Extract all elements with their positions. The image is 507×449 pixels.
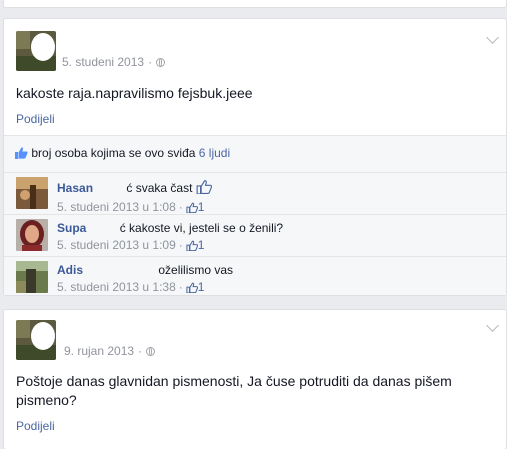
commenter-avatar[interactable]: [16, 219, 48, 251]
likes-count-link[interactable]: 6 ljudi: [199, 146, 230, 160]
like-thumb-icon[interactable]: [196, 179, 212, 197]
comment-like-count[interactable]: 1: [198, 238, 205, 252]
likes-summary: broj osoba kojima se ovo sviđa 6 ljudi: [14, 146, 230, 162]
commenter-name[interactable]: Adis: [57, 263, 83, 277]
redacted-surname: [98, 177, 124, 191]
comment-timestamp[interactable]: 5. studeni 2013 u 1:08: [57, 200, 176, 214]
likes-text: broj osoba kojima se ovo sviđa: [31, 146, 196, 160]
post-text: kakoste raja.napravilismo fejsbuk.jeee: [16, 85, 253, 101]
post-timestamp[interactable]: 5. studeni 2013 ·: [62, 55, 166, 69]
post-date[interactable]: 5. studeni 2013: [62, 55, 144, 69]
comment-timestamp[interactable]: 5. studeni 2013 u 1:38: [57, 280, 176, 294]
share-link[interactable]: Podijeli: [16, 112, 55, 126]
post-text: Poštoje danas glavnidan pismenosti, Ja č…: [16, 373, 452, 408]
commenter-avatar[interactable]: [16, 177, 48, 209]
previous-post-card: [3, 0, 507, 8]
post-card: 9. rujan 2013 · Poštoje danas glavnidan p…: [3, 309, 507, 449]
commenter-name[interactable]: Hasan: [57, 181, 93, 195]
redacted-author-name: [62, 320, 152, 336]
comment-item: Supa ć kakoste vi, jesteli se o ženili? …: [4, 214, 506, 257]
post-timestamp[interactable]: 9. rujan 2013 ·: [64, 344, 156, 358]
commenter-name[interactable]: Supa: [57, 221, 86, 235]
comment-text: ć kakoste vi, jesteli se o ženili?: [119, 221, 284, 235]
comment-text: oželilismo vas: [158, 263, 234, 277]
comment-timestamp[interactable]: 5. studeni 2013 u 1:09: [57, 238, 176, 252]
share-link[interactable]: Podijeli: [16, 419, 55, 433]
comment-like-count[interactable]: 1: [198, 280, 205, 294]
like-thumb-icon: [14, 146, 28, 162]
redacted-surname: [88, 261, 154, 275]
post-card: 5. studeni 2013 · kakoste raja.napravilis…: [3, 18, 507, 296]
comment-text: ć svaka čast: [126, 181, 193, 195]
commenter-avatar[interactable]: [16, 261, 48, 293]
comment-like-count[interactable]: 1: [198, 200, 205, 214]
globe-icon: [146, 347, 156, 356]
comment-item: Adis oželilismo vas 5. studeni 2013 u 1:…: [4, 256, 506, 299]
redacted-surname: [91, 219, 117, 233]
like-thumb-icon: [186, 282, 198, 296]
chevron-down-icon[interactable]: [486, 31, 499, 44]
chevron-down-icon[interactable]: [486, 319, 499, 332]
globe-icon: [156, 58, 166, 67]
author-avatar[interactable]: [16, 31, 56, 71]
author-avatar[interactable]: [16, 320, 56, 360]
post-date[interactable]: 9. rujan 2013: [64, 344, 134, 358]
feedback-area: broj osoba kojima se ovo sviđa 6 ljudi H…: [4, 135, 506, 295]
like-thumb-icon: [186, 240, 198, 254]
comment-item: Hasan ć svaka čast 5. studeni 2013 u 1:0…: [4, 172, 506, 215]
redacted-author-name: [62, 33, 152, 49]
